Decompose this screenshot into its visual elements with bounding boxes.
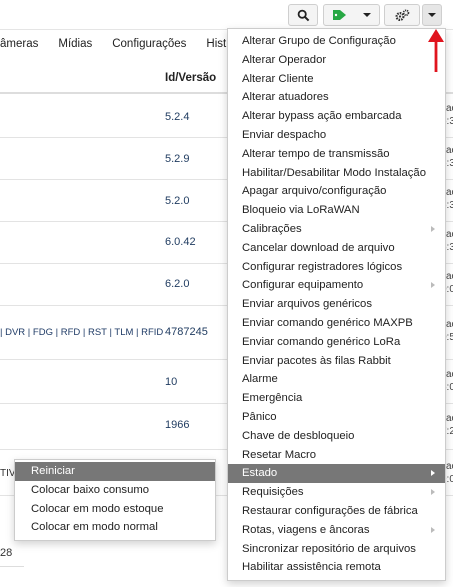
search-icon	[297, 9, 309, 21]
menu-item-label: Estado	[242, 467, 278, 480]
menu-item-label: Bloqueio via LoRaWAN	[242, 204, 360, 217]
menu-item-label: Enviar comando genérico MAXPB	[242, 316, 413, 329]
menu-item-habilitar-desabilitar-modo-instalacao[interactable]: Habilitar/Desabilitar Modo Instalação	[228, 164, 445, 183]
pagination-fragment: 28	[0, 547, 13, 559]
footer-divider	[0, 566, 24, 567]
menu-item-enviar-comando-generico-lora[interactable]: Enviar comando genérico LoRa	[228, 333, 445, 352]
nav-tabs: âmeras Mídias Configurações Hist	[0, 38, 246, 60]
menu-item-enviar-pacotes-as-filas-rabbit[interactable]: Enviar pacotes às filas Rabbit	[228, 352, 445, 371]
menu-item-label: Cancelar download de arquivo	[242, 241, 395, 254]
version-cell: 4787245	[165, 326, 208, 338]
menu-item-label: Habilitar assistência remota	[242, 561, 381, 574]
menu-item-alterar-grupo-de-configuracao[interactable]: Alterar Grupo de Configuração	[228, 32, 445, 51]
caret-down-icon	[363, 13, 372, 17]
menu-item-label: Alterar Cliente	[242, 72, 314, 85]
menu-item-label: Configurar registradores lógicos	[242, 260, 403, 273]
gears-icon	[394, 8, 409, 21]
tab-cameras[interactable]: âmeras	[0, 38, 38, 60]
menu-item-apagar-arquivo-configuracao[interactable]: Apagar arquivo/configuração	[228, 182, 445, 201]
menu-item-label: Restaurar configurações de fábrica	[242, 504, 418, 517]
menu-item-label: Alterar Grupo de Configuração	[242, 35, 396, 47]
menu-item-cancelar-download-de-arquivo[interactable]: Cancelar download de arquivo	[228, 239, 445, 258]
submenu-item-colocar-em-modo-normal[interactable]: Colocar em modo normal	[15, 518, 215, 537]
version-cell: 5.2.9	[165, 153, 190, 165]
tab-midias[interactable]: Mídias	[58, 38, 92, 60]
menu-item-label: Alterar Operador	[242, 53, 327, 66]
top-toolbar	[0, 0, 453, 30]
menu-item-chave-de-desbloqueio[interactable]: Chave de desbloqueio	[228, 427, 445, 446]
menu-item-emergencia[interactable]: Emergência	[228, 389, 445, 408]
menu-item-label: Enviar arquivos genéricos	[242, 298, 372, 311]
version-cell: 5.2.4	[165, 111, 190, 123]
menu-item-restaurar-configuracoes-de-fabrica[interactable]: Restaurar configurações de fábrica	[228, 502, 445, 521]
menu-item-label: Configurar equipamento	[242, 279, 364, 292]
menu-item-label: Chave de desbloqueio	[242, 429, 355, 442]
menu-item-label: Alterar tempo de transmissão	[242, 147, 390, 160]
menu-item-label: Resetar Macro	[242, 448, 317, 461]
submenu-item-colocar-em-modo-estoque[interactable]: Colocar em modo estoque	[15, 500, 215, 519]
version-cell: 6.2.0	[165, 278, 190, 290]
menu-item-configurar-equipamento[interactable]: Configurar equipamento	[228, 276, 445, 295]
tag-dropdown-button[interactable]	[323, 4, 380, 26]
menu-item-alarme[interactable]: Alarme	[228, 370, 445, 389]
version-cell: 10	[165, 376, 178, 388]
menu-item-label: Alarme	[242, 373, 278, 386]
menu-item-label: Enviar despacho	[242, 128, 327, 141]
chevron-right-icon	[431, 489, 435, 496]
menu-item-label: Pânico	[242, 410, 277, 423]
menu-item-alterar-cliente[interactable]: Alterar Cliente	[228, 70, 445, 89]
menu-item-panico[interactable]: Pânico	[228, 408, 445, 427]
chevron-right-icon	[431, 470, 435, 477]
menu-item-configurar-registradores-logicos[interactable]: Configurar registradores lógicos	[228, 258, 445, 277]
menu-item-label: Sincronizar repositório de arquivos	[242, 542, 416, 555]
menu-item-enviar-comando-generico-maxpb[interactable]: Enviar comando genérico MAXPB	[228, 314, 445, 333]
tab-historico[interactable]: Hist	[206, 38, 226, 60]
search-button[interactable]	[288, 4, 318, 26]
menu-item-alterar-operador[interactable]: Alterar Operador	[228, 51, 445, 70]
menu-item-label: Alterar atuadores	[242, 91, 329, 104]
chevron-right-icon	[431, 282, 435, 289]
caret-down-icon	[428, 13, 436, 17]
menu-item-label: Rotas, viagens e âncoras	[242, 523, 370, 536]
sensor-list: | DVR | FDG | RFD | RST | TLM | RFID	[0, 327, 164, 338]
chevron-right-icon	[431, 225, 435, 232]
menu-item-label: Alterar bypass ação embarcada	[242, 110, 402, 123]
menu-item-alterar-atuadores[interactable]: Alterar atuadores	[228, 88, 445, 107]
menu-item-alterar-bypass-acao-embarcada[interactable]: Alterar bypass ação embarcada	[228, 107, 445, 126]
menu-item-label: Enviar pacotes às filas Rabbit	[242, 354, 391, 367]
menu-item-estado[interactable]: Estado	[228, 464, 445, 484]
menu-item-bloqueio-via-lorawan[interactable]: Bloqueio via LoRaWAN	[228, 201, 445, 220]
actions-dropdown-menu: Alterar Grupo de Configuração Alterar Ope…	[227, 28, 446, 581]
menu-item-label: Apagar arquivo/configuração	[242, 185, 387, 198]
estado-submenu: Reiniciar Colocar baixo consumo Colocar em…	[14, 459, 216, 541]
red-arrow-annotation	[428, 29, 444, 72]
column-header-version[interactable]: Id/Versão	[165, 72, 216, 84]
tab-configuracoes[interactable]: Configurações	[112, 38, 186, 60]
menu-item-rotas-viagens-e-ancoras[interactable]: Rotas, viagens e âncoras	[228, 521, 445, 540]
tag-icon	[332, 10, 346, 20]
version-cell: 1966	[165, 419, 190, 431]
settings-dropdown-button[interactable]	[384, 4, 420, 26]
chevron-right-icon	[431, 526, 435, 533]
menu-item-enviar-arquivos-genericos[interactable]: Enviar arquivos genéricos	[228, 295, 445, 314]
submenu-item-colocar-baixo-consumo[interactable]: Colocar baixo consumo	[15, 481, 215, 500]
menu-item-alterar-tempo-de-transmissao[interactable]: Alterar tempo de transmissão	[228, 145, 445, 164]
menu-item-habilitar-assistencia-remota[interactable]: Habilitar assistência remota	[228, 558, 445, 577]
menu-item-label: Enviar comando genérico LoRa	[242, 335, 401, 348]
more-actions-button[interactable]	[422, 4, 442, 26]
menu-item-label: Requisições	[242, 486, 304, 499]
menu-item-calibracoes[interactable]: Calibrações	[228, 220, 445, 239]
version-cell: 6.0.42	[165, 236, 196, 248]
submenu-item-reiniciar[interactable]: Reiniciar	[15, 462, 215, 481]
menu-item-enviar-despacho[interactable]: Enviar despacho	[228, 126, 445, 145]
menu-item-requisicoes[interactable]: Requisições	[228, 483, 445, 502]
menu-item-label: Calibrações	[242, 222, 302, 235]
menu-item-sincronizar-repositorio-de-arquivos[interactable]: Sincronizar repositório de arquivos	[228, 540, 445, 559]
menu-item-resetar-macro[interactable]: Resetar Macro	[228, 446, 445, 465]
version-cell: 5.2.0	[165, 195, 190, 207]
menu-item-label: Emergência	[242, 392, 303, 405]
menu-item-label: Habilitar/Desabilitar Modo Instalação	[242, 166, 426, 179]
